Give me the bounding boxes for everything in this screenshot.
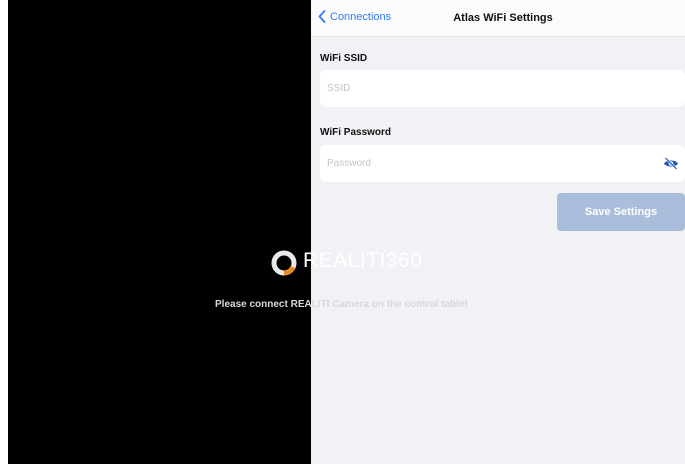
- ssid-input[interactable]: [320, 70, 647, 107]
- left-edge: [0, 0, 8, 464]
- wifi-settings-panel: Connections Atlas WiFi Settings WiFi SSI…: [311, 0, 685, 464]
- camera-preview-pane: [8, 0, 311, 464]
- logo-wordmark: REALITI360: [303, 249, 423, 272]
- password-label: WiFi Password: [320, 127, 392, 138]
- realiti360-logo-icon: [271, 250, 297, 276]
- connect-camera-message: Please connect REALITI Camera on the con…: [215, 299, 468, 310]
- ssid-field-container: [320, 70, 685, 107]
- eye-slash-icon[interactable]: [663, 157, 679, 170]
- password-field-container: [320, 145, 685, 182]
- password-input[interactable]: [320, 145, 647, 182]
- page-title: Atlas WiFi Settings: [453, 12, 553, 24]
- save-settings-button[interactable]: Save Settings: [557, 193, 685, 231]
- ssid-label: WiFi SSID: [320, 53, 368, 64]
- navigation-bar: Connections Atlas WiFi Settings: [311, 0, 685, 37]
